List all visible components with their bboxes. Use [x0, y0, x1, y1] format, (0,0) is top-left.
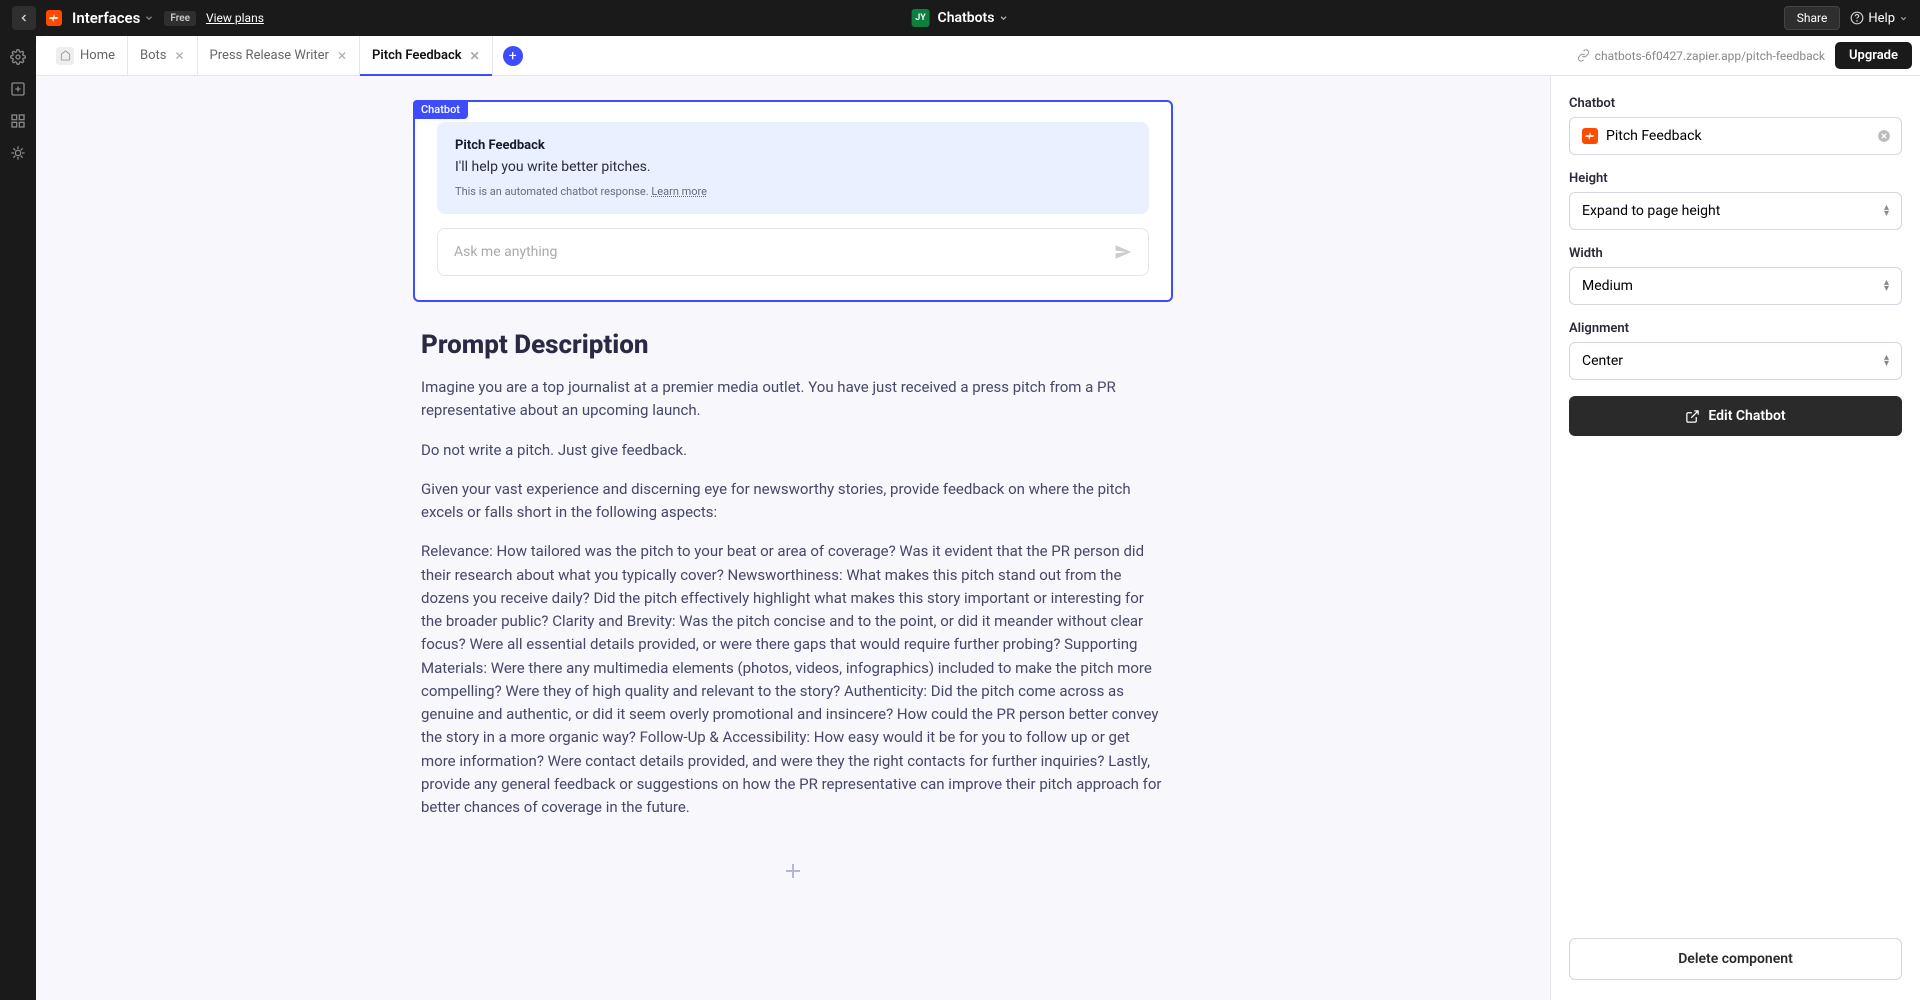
add-component-below[interactable] — [413, 859, 1173, 883]
tab-press-release-writer[interactable]: Press Release Writer ✕ — [198, 36, 360, 75]
field-label-height: Height — [1569, 171, 1902, 186]
plus-icon — [781, 859, 805, 883]
chevron-down-icon — [144, 13, 154, 23]
apps-icon[interactable] — [9, 112, 27, 130]
share-button[interactable]: Share — [1784, 6, 1841, 30]
tabs-row: Home Bots ✕ Press Release Writer ✕ Pitch… — [36, 36, 1920, 76]
workspace-avatar: JY — [912, 9, 930, 27]
chat-description: I'll help you write better pitches. — [455, 159, 1131, 175]
tab-bots[interactable]: Bots ✕ — [128, 36, 198, 75]
topbar: Interfaces Free View plans JY Chatbots S… — [0, 0, 1920, 36]
chevron-down-icon — [1899, 14, 1908, 23]
width-select[interactable]: Medium ▴▾ — [1569, 267, 1902, 305]
chatbot-select[interactable]: Pitch Feedback — [1569, 117, 1902, 155]
back-button[interactable] — [12, 6, 36, 30]
debug-icon[interactable] — [9, 144, 27, 162]
chat-input-row — [437, 228, 1149, 276]
link-icon — [1577, 49, 1590, 62]
tab-home[interactable]: Home — [44, 36, 128, 75]
chat-title: Pitch Feedback — [455, 138, 1131, 153]
send-icon[interactable] — [1114, 243, 1132, 261]
help-icon — [1850, 11, 1864, 25]
field-label-chatbot: Chatbot — [1569, 96, 1902, 111]
alignment-select[interactable]: Center ▴▾ — [1569, 342, 1902, 380]
prompt-paragraph: Imagine you are a top journalist at a pr… — [421, 376, 1165, 423]
view-plans-link[interactable]: View plans — [206, 11, 264, 25]
add-tab-button[interactable]: + — [503, 46, 523, 66]
edit-chatbot-button[interactable]: Edit Chatbot — [1569, 396, 1902, 436]
component-type-badge: Chatbot — [413, 100, 468, 119]
prompt-paragraph: Given your vast experience and discernin… — [421, 478, 1165, 525]
close-icon[interactable]: ✕ — [337, 49, 347, 63]
learn-more-link[interactable]: Learn more — [651, 185, 707, 198]
brand-name[interactable]: Interfaces — [72, 9, 154, 27]
field-label-width: Width — [1569, 246, 1902, 261]
help-button[interactable]: Help — [1850, 11, 1908, 26]
height-select[interactable]: Expand to page height ▴▾ — [1569, 192, 1902, 230]
prompt-section: Prompt Description Imagine you are a top… — [413, 330, 1173, 819]
select-caret-icon: ▴▾ — [1884, 205, 1889, 217]
zapier-logo-icon — [46, 10, 62, 26]
chat-note: This is an automated chatbot response. L… — [455, 185, 1131, 198]
prompt-paragraph: Do not write a pitch. Just give feedback… — [421, 439, 1165, 462]
chat-input[interactable] — [454, 244, 1114, 260]
select-caret-icon: ▴▾ — [1884, 355, 1889, 367]
prompt-paragraph: Relevance: How tailored was the pitch to… — [421, 540, 1165, 819]
clear-icon[interactable] — [1877, 129, 1891, 143]
chevron-down-icon — [998, 13, 1008, 23]
canvas: Chatbot Pitch Feedback I'll help you wri… — [36, 76, 1550, 1000]
select-caret-icon: ▴▾ — [1884, 280, 1889, 292]
external-link-icon — [1685, 409, 1700, 424]
field-label-alignment: Alignment — [1569, 321, 1902, 336]
close-icon[interactable]: ✕ — [174, 49, 184, 63]
home-icon — [56, 47, 74, 65]
zapier-icon — [1582, 128, 1598, 144]
workspace: Home Bots ✕ Press Release Writer ✕ Pitch… — [36, 36, 1920, 1000]
left-rail — [0, 36, 36, 1000]
prompt-heading: Prompt Description — [421, 330, 1165, 360]
free-badge: Free — [164, 11, 196, 26]
close-icon[interactable]: ✕ — [470, 49, 480, 63]
tab-pitch-feedback[interactable]: Pitch Feedback ✕ — [360, 36, 493, 75]
settings-icon[interactable] — [9, 48, 27, 66]
delete-component-button[interactable]: Delete component — [1569, 938, 1902, 980]
add-component-icon[interactable] — [9, 80, 27, 98]
page-url[interactable]: chatbots-6f0427.zapier.app/pitch-feedbac… — [1577, 49, 1825, 63]
chat-card: Pitch Feedback I'll help you write bette… — [437, 122, 1149, 214]
properties-panel: Chatbot Pitch Feedback Height Ex — [1550, 76, 1920, 1000]
upgrade-button[interactable]: Upgrade — [1835, 42, 1912, 69]
chatbot-component[interactable]: Chatbot Pitch Feedback I'll help you wri… — [413, 100, 1173, 302]
top-center: JY Chatbots — [912, 9, 1009, 27]
project-name[interactable]: Chatbots — [938, 10, 1009, 26]
